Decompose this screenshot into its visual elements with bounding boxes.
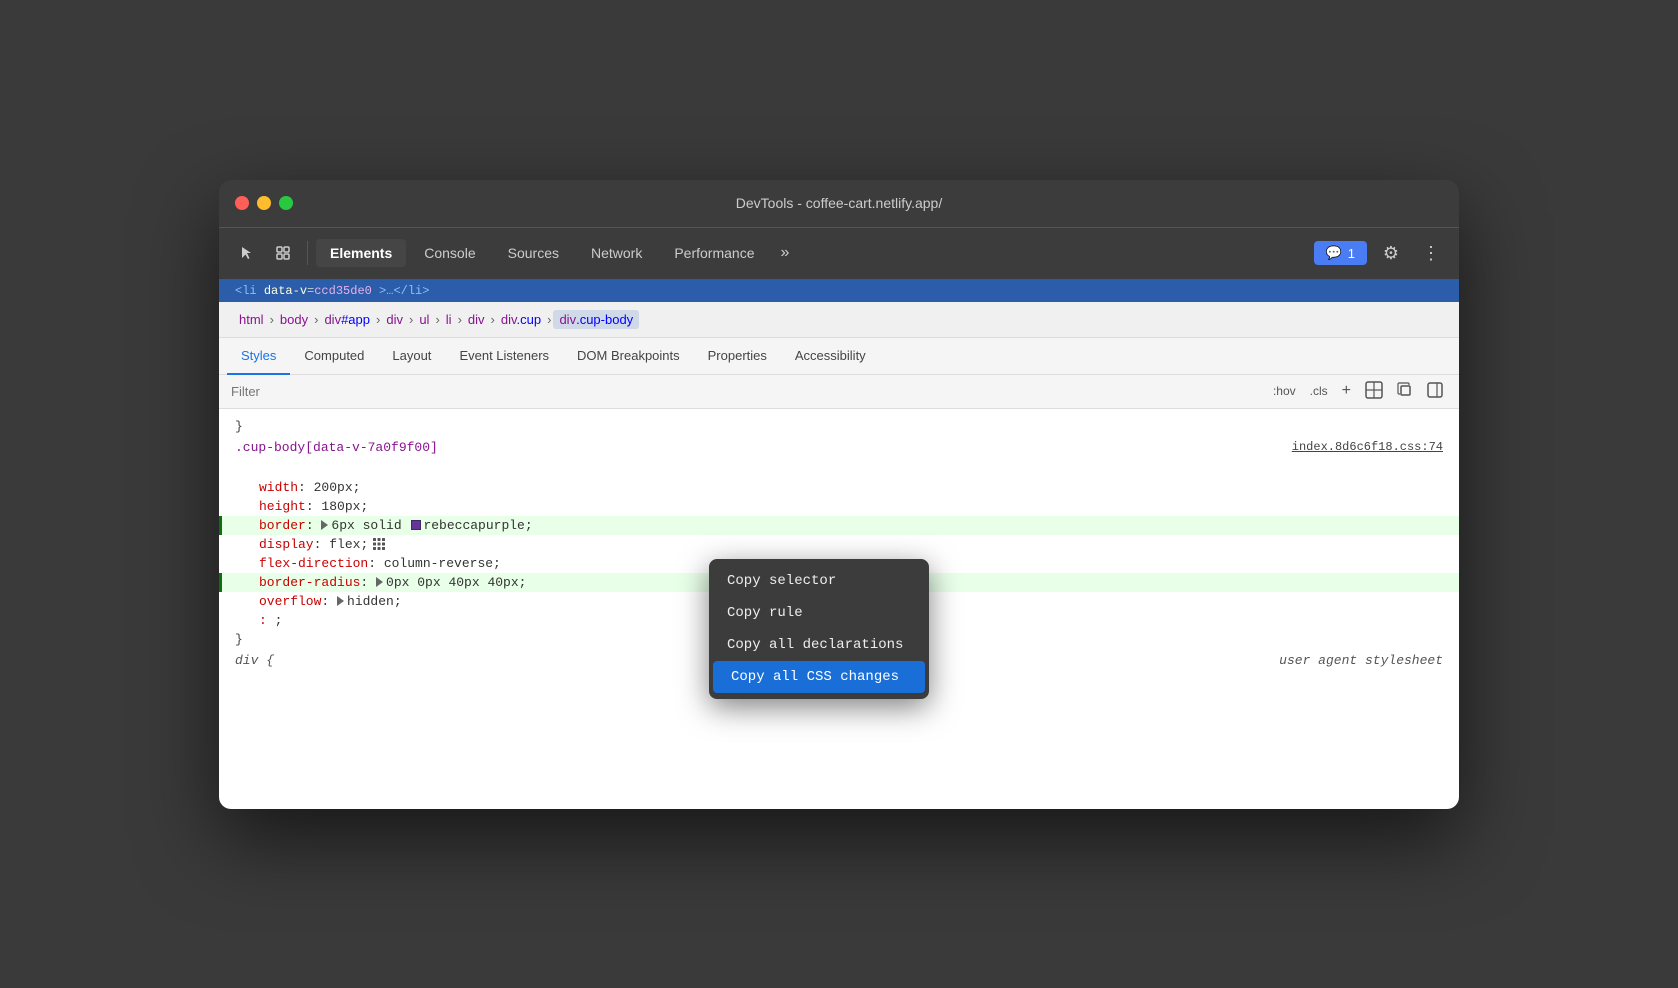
tab-performance[interactable]: Performance <box>660 239 768 267</box>
ctx-copy-rule[interactable]: Copy rule <box>709 597 929 629</box>
devtools-toolbar: Elements Console Sources Network Perform… <box>219 228 1459 280</box>
breadcrumb-body[interactable]: body <box>276 310 312 329</box>
context-menu: Copy selector Copy rule Copy all declara… <box>709 559 929 699</box>
modified-indicator-2 <box>219 573 222 592</box>
tab-properties[interactable]: Properties <box>694 338 781 375</box>
css-rule-header: .cup-body[data-v-7a0f9f00] index.8d6c6f1… <box>219 436 1459 459</box>
styles-actions: :hov .cls + <box>1269 379 1447 404</box>
breadcrumb-divapp[interactable]: div#app <box>320 310 374 329</box>
flex-grid-icon[interactable] <box>372 537 386 551</box>
tab-network[interactable]: Network <box>577 239 656 267</box>
color-swatch-rebeccapurple[interactable] <box>411 520 421 530</box>
notification-count: 1 <box>1348 246 1355 261</box>
tab-styles[interactable]: Styles <box>227 338 290 375</box>
rule-open-brace <box>219 459 1459 478</box>
maximize-button[interactable] <box>279 196 293 210</box>
cursor-icon[interactable] <box>231 237 263 269</box>
minimize-button[interactable] <box>257 196 271 210</box>
ctx-copy-all-declarations[interactable]: Copy all declarations <box>709 629 929 661</box>
toggle-sidebar-icon[interactable] <box>1423 380 1447 403</box>
devtools-window: DevTools - coffee-cart.netlify.app/ Elem… <box>219 180 1459 809</box>
tab-dom-breakpoints[interactable]: DOM Breakpoints <box>563 338 694 375</box>
modified-indicator <box>219 516 222 535</box>
css-selector: .cup-body[data-v-7a0f9f00] <box>235 440 438 455</box>
breadcrumb-ul[interactable]: ul <box>415 310 433 329</box>
css-prop-display: display : flex ; <box>219 535 1459 554</box>
border-expand-icon[interactable] <box>321 520 328 530</box>
css-prop-border: border : 6px solid rebeccapurple ; <box>219 516 1459 535</box>
add-style-button[interactable]: + <box>1338 380 1355 402</box>
tab-layout[interactable]: Layout <box>378 338 445 375</box>
styles-toolbar: :hov .cls + <box>219 375 1459 409</box>
settings-icon[interactable]: ⚙ <box>1375 237 1407 269</box>
filter-input[interactable] <box>231 384 1261 399</box>
tab-sources[interactable]: Sources <box>494 239 573 267</box>
hov-button[interactable]: :hov <box>1269 382 1300 400</box>
css-prop-height: height : 180px ; <box>219 497 1459 516</box>
inspect-icon[interactable] <box>267 237 299 269</box>
element-style-icon[interactable] <box>1361 379 1387 404</box>
toolbar-separator <box>307 241 308 265</box>
toolbar-right: 💬 1 ⚙ ⋮ <box>1314 237 1447 269</box>
traffic-lights <box>235 196 293 210</box>
breadcrumb-divcup[interactable]: div.cup <box>497 310 545 329</box>
border-radius-expand-icon[interactable] <box>376 577 383 587</box>
tab-computed[interactable]: Computed <box>290 338 378 375</box>
title-bar: DevTools - coffee-cart.netlify.app/ <box>219 180 1459 228</box>
css-prop-width: width : 200px ; <box>219 478 1459 497</box>
ua-selector: div { <box>235 653 274 668</box>
panel-tabs: Styles Computed Layout Event Listeners D… <box>219 338 1459 375</box>
window-title: DevTools - coffee-cart.netlify.app/ <box>736 195 942 211</box>
breadcrumb-html[interactable]: html <box>235 310 268 329</box>
copy-styles-icon[interactable] <box>1393 380 1417 403</box>
breadcrumb-divcupbody[interactable]: div.cup-body <box>553 310 639 329</box>
tab-accessibility[interactable]: Accessibility <box>781 338 880 375</box>
selected-element-bar: <li data-v=ccd35de0 >…</li> <box>219 280 1459 302</box>
notification-badge[interactable]: 💬 1 <box>1314 241 1367 265</box>
breadcrumb-div2[interactable]: div <box>464 310 489 329</box>
css-file-ref[interactable]: index.8d6c6f18.css:74 <box>1292 440 1443 455</box>
tab-event-listeners[interactable]: Event Listeners <box>445 338 563 375</box>
close-button[interactable] <box>235 196 249 210</box>
breadcrumb-div[interactable]: div <box>382 310 407 329</box>
cls-button[interactable]: .cls <box>1306 382 1332 400</box>
overflow-expand-icon[interactable] <box>337 596 344 606</box>
tab-console[interactable]: Console <box>410 239 489 267</box>
ua-label: user agent stylesheet <box>1279 653 1443 668</box>
ctx-copy-all-css-changes[interactable]: Copy all CSS changes <box>713 661 925 693</box>
prev-rule-close: } <box>219 417 1459 436</box>
styles-content: } .cup-body[data-v-7a0f9f00] index.8d6c6… <box>219 409 1459 809</box>
breadcrumb: html › body › div#app › div › ul › li › … <box>219 302 1459 338</box>
breadcrumb-li[interactable]: li <box>442 310 456 329</box>
more-tabs-button[interactable]: » <box>773 244 798 262</box>
ctx-copy-selector[interactable]: Copy selector <box>709 565 929 597</box>
more-options-icon[interactable]: ⋮ <box>1415 237 1447 269</box>
notification-icon: 💬 <box>1326 245 1342 261</box>
tab-elements[interactable]: Elements <box>316 239 406 267</box>
